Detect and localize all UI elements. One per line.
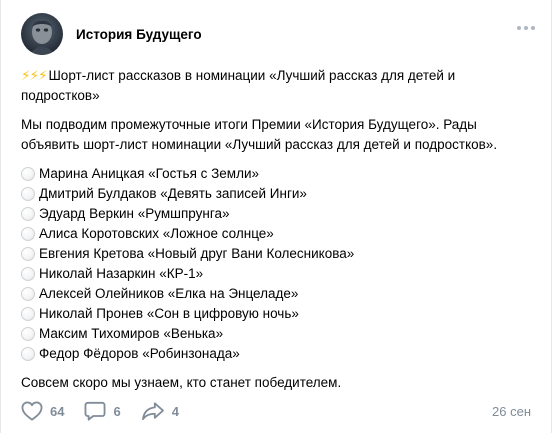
post-card: История Будущего ⚡⚡⚡ Шорт-лист рассказов … <box>0 0 552 433</box>
nominee-item: Максим Тихомиров «Венька» <box>21 324 536 344</box>
white-circle-icon <box>21 187 35 201</box>
author-avatar[interactable] <box>21 13 63 55</box>
white-circle-icon <box>21 307 35 321</box>
nominee-list: Марина Аницкая «Гостья с Земли» Дмитрий Б… <box>21 164 536 364</box>
nominee-text: Евгения Кретова «Новый друг Вани Колесни… <box>39 246 355 261</box>
nominee-text: Алиса Коротовских «Ложное солнце» <box>39 226 274 241</box>
nominee-item: Алиса Коротовских «Ложное солнце» <box>21 224 536 244</box>
nominee-text: Николай Пронев «Сон в цифровую ночь» <box>39 306 299 321</box>
post-intro: ⚡⚡⚡ Шорт-лист рассказов в номинации «Лучш… <box>21 66 536 106</box>
nominee-item: Николай Пронев «Сон в цифровую ночь» <box>21 304 536 324</box>
post-header: История Будущего <box>21 13 202 55</box>
post-paragraph: Мы подводим промежуточные итоги Премии «… <box>21 117 498 152</box>
more-options-icon[interactable] <box>517 26 535 30</box>
white-circle-icon <box>21 267 35 281</box>
more-dot <box>531 26 535 30</box>
more-dot <box>524 26 528 30</box>
nominee-item: Алексей Олейников «Елка на Энцеладе» <box>21 284 536 304</box>
heart-icon <box>21 401 43 421</box>
post-footer: 64 6 4 26 сен <box>21 400 531 422</box>
nominee-text: Дмитрий Булдаков «Девять записей Инги» <box>39 186 307 201</box>
likes-count: 64 <box>50 403 65 419</box>
more-dot <box>517 26 521 30</box>
comments-count: 6 <box>113 403 121 419</box>
white-circle-icon <box>21 327 35 341</box>
share-button[interactable]: 4 <box>141 401 179 421</box>
author-name[interactable]: История Будущего <box>76 27 202 42</box>
post-text: ⚡⚡⚡ Шорт-лист рассказов в номинации «Лучш… <box>21 66 536 393</box>
white-circle-icon <box>21 207 35 221</box>
nominee-text: Алексей Олейников «Елка на Энцеладе» <box>39 286 299 301</box>
white-circle-icon <box>21 347 35 361</box>
nominee-text: Марина Аницкая «Гостья с Земли» <box>39 166 259 181</box>
white-circle-icon <box>21 287 35 301</box>
shares-count: 4 <box>171 403 179 419</box>
post-closing: Совсем скоро мы узнаем, кто станет побед… <box>21 375 342 390</box>
nominee-item: Эдуард Веркин «Румшпрунга» <box>21 204 536 224</box>
nominee-text: Эдуард Веркин «Румшпрунга» <box>39 206 230 221</box>
post-date[interactable]: 26 сен <box>492 404 531 419</box>
comment-icon <box>85 401 106 421</box>
white-circle-icon <box>21 247 35 261</box>
comment-button[interactable]: 6 <box>84 401 121 421</box>
white-circle-icon <box>21 227 35 241</box>
nominee-text: Федор Фёдоров «Робинзонада» <box>39 346 240 361</box>
nominee-item: Марина Аницкая «Гостья с Земли» <box>21 164 536 184</box>
lightning-icon: ⚡⚡⚡ <box>21 68 47 83</box>
nominee-text: Николай Назаркин «КР-1» <box>39 266 204 281</box>
nominee-item: Николай Назаркин «КР-1» <box>21 264 536 284</box>
nominee-item: Евгения Кретова «Новый друг Вани Колесни… <box>21 244 536 264</box>
share-icon <box>141 402 164 421</box>
intro-text: Шорт-лист рассказов в номинации «Лучший … <box>21 68 456 103</box>
nominee-item: Дмитрий Булдаков «Девять записей Инги» <box>21 184 536 204</box>
white-circle-icon <box>21 167 35 181</box>
nominee-text: Максим Тихомиров «Венька» <box>39 326 224 341</box>
nominee-item: Федор Фёдоров «Робинзонада» <box>21 344 536 364</box>
like-button[interactable]: 64 <box>21 401 64 421</box>
